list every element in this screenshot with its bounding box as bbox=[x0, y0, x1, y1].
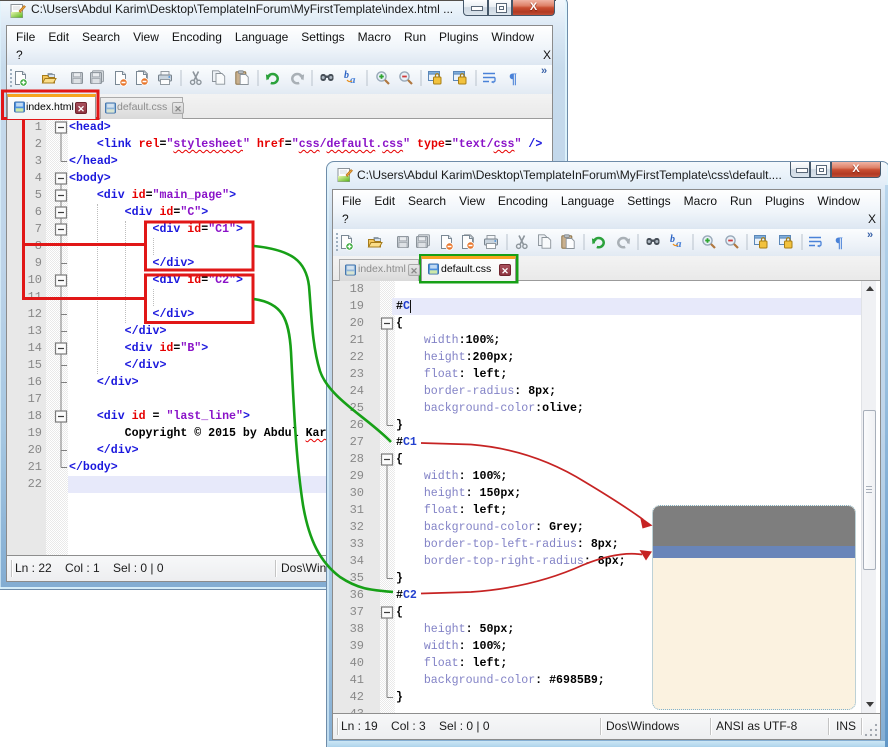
svg-text:¶: ¶ bbox=[835, 235, 843, 251]
svg-text:b: b bbox=[670, 234, 675, 245]
svg-text:¶: ¶ bbox=[509, 71, 517, 87]
svg-text:b: b bbox=[344, 70, 349, 81]
svg-text:a: a bbox=[676, 238, 682, 250]
svg-text:a: a bbox=[350, 74, 356, 86]
